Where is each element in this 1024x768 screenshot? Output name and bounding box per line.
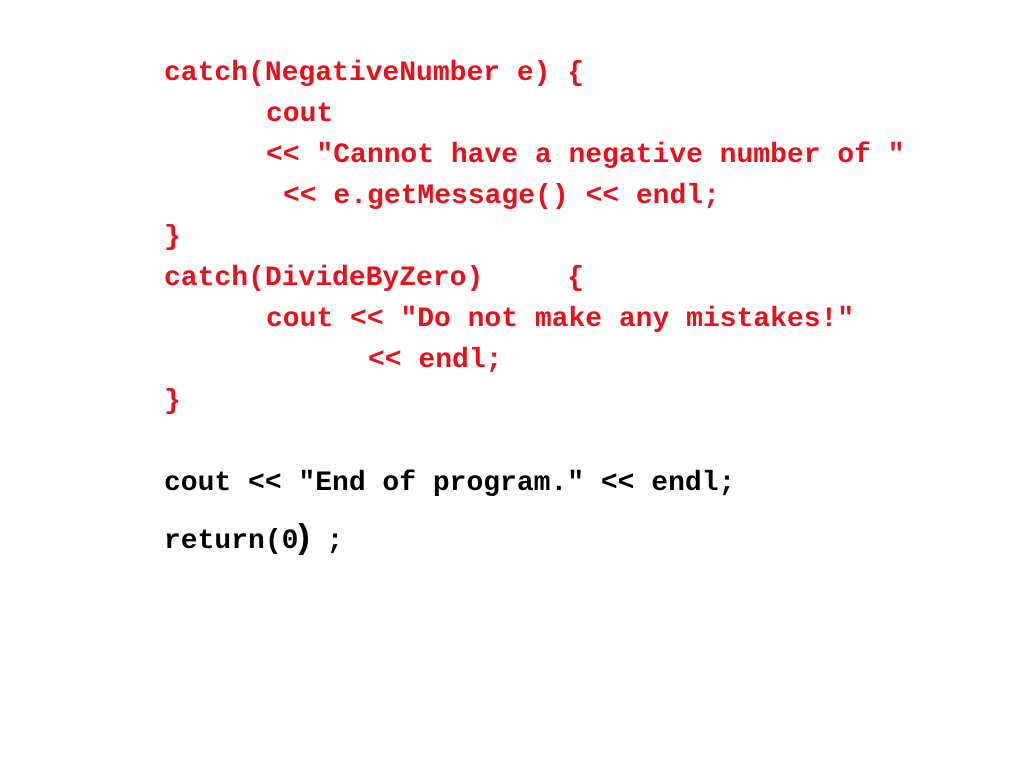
return-close-paren: )	[298, 518, 310, 556]
code-line-endl: << endl;	[368, 345, 503, 376]
code-line-catch-dividebyzero: catch(DivideByZero) {	[164, 263, 585, 294]
return-semicolon: ;	[309, 526, 344, 557]
code-line-cout: cout	[266, 99, 334, 130]
code-line-do-not-make-mistakes: cout << "Do not make any mistakes!"	[266, 304, 855, 335]
code-line-return: return(0) ;	[164, 518, 344, 558]
code-line-close-brace-1: }	[164, 222, 181, 253]
code-line-catch-negative: catch(NegativeNumber e) {	[164, 58, 585, 89]
code-line-getmessage: << e.getMessage() << endl;	[283, 181, 720, 212]
return-text: return(0	[164, 526, 299, 557]
code-line-end-of-program: cout << "End of program." << endl;	[164, 468, 736, 499]
code-line-close-brace-2: }	[164, 386, 181, 417]
code-line-cannot-have: << "Cannot have a negative number of "	[266, 140, 905, 171]
